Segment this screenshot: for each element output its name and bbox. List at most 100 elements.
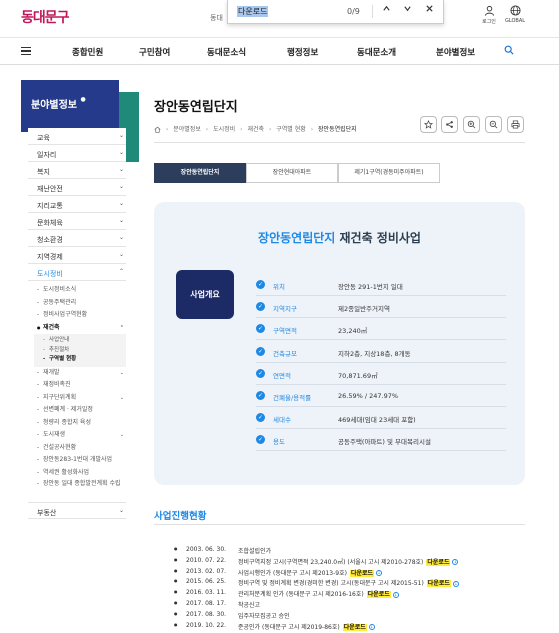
sidebar-item-welfare[interactable]: 복지 ⌄ [28,162,126,179]
info-row: ✓ 위치 장안동 291-1번지 일대 [256,276,506,298]
sidebar-subsub-item-current[interactable]: 구역별 현황 [43,355,126,365]
sidebar-sub-item[interactable]: 재개발 ⌄ [37,367,126,380]
nav-item-about[interactable]: 동대문소개 [357,46,396,58]
download-link[interactable]: 다운로드 [426,580,451,588]
sidebar-sub-label: 재건축 [43,323,60,331]
breadcrumb-item[interactable]: 도시정비 [213,126,235,133]
global-button[interactable]: GLOBAL [500,5,530,24]
home-icon[interactable] [154,126,161,133]
section-divider [154,524,525,525]
sidebar-sub-label: 지구단위계획 [43,393,77,401]
nav-search-button[interactable] [504,45,514,58]
sidebar-menu: 교육 ⌄ 일자리 ⌄ 복지 ⌄ 재난안전 ⌄ 지리교통 ⌄ 문화체육 ⌄ 청소환경 ⌄ 지역경… [28,128,126,519]
info-value: 지하2층, 지상18층, 8개동 [338,350,411,358]
sidebar-item-culture[interactable]: 문화체육 ⌄ [28,213,126,230]
progress-row: 2010. 07. 22. 정비구역지정 고시(구역면적 23,240.0㎡) (… [174,557,519,568]
download-icon[interactable]: ↓ [392,591,399,598]
sidebar-sub-item[interactable]: 지구단위계획 ⌄ [37,392,126,405]
breadcrumb-current: 장안동연립단지 [318,126,357,133]
progress-desc-text: 입주자모집공고 승인 [238,612,290,620]
sidebar-item-economy[interactable]: 지역경제 ⌄ [28,247,126,264]
breadcrumb-item[interactable]: 재건축 [247,126,264,133]
project-tabs: 장안동연립단지 장안현대아파트 제기1구역(경동미주아파트) [154,163,525,183]
find-next-button[interactable] [400,4,414,18]
tab-jegi1[interactable]: 제기1구역(경동미주아파트) [338,163,440,183]
sidebar-sub-item[interactable]: 장안동283-1번대 개발사업 [37,454,126,467]
download-link[interactable]: 다운로드 [426,558,451,566]
login-label: 로그인 [482,19,496,25]
info-value: 제2종일반주거지역 [338,305,390,313]
tab-jangan-yeonrip[interactable]: 장안동연립단지 [154,163,246,183]
sidebar-sub-item[interactable]: 건설공사현황 [37,442,126,455]
main-nav: 종합민원 구민참여 동대문소식 행정정보 동대문소개 분야별정보 [0,38,559,65]
find-close-button[interactable] [422,4,436,18]
download-icon[interactable]: ↓ [368,624,375,631]
info-row: ✓ 지역지구 제2종일반주거지역 [256,298,506,320]
overview-badge: 사업개요 [176,270,234,319]
sidebar-item-label: 일자리 [37,151,57,159]
find-separator [372,5,373,18]
chevron-down-icon: ⌄ [118,183,124,190]
breadcrumb-item[interactable]: 구역별 현황 [276,126,306,133]
chevron-down-icon: ⌄ [118,149,124,156]
progress-desc-text: 사업시행인가 (동대문구 고시 제2013-9호) [238,569,347,577]
project-overview-box: 장안동연립단지 재건축 정비사업 사업개요 ✓ 위치 장안동 291-1번지 일대 … [154,202,525,485]
chevron-down-icon [403,6,411,12]
row-divider [256,339,506,340]
find-prev-button[interactable] [379,4,393,18]
row-divider [256,450,506,451]
find-input[interactable]: 다운로드 [237,6,269,17]
nav-item-participation[interactable]: 구민참여 [139,46,170,58]
sidebar-sub-item[interactable]: 정비사업구역현황 [37,309,126,322]
download-link[interactable]: 다운로드 [342,623,367,631]
info-row: ✓ 구역면적 23,240㎡ [256,320,506,342]
sidebar-item-realestate[interactable]: 부동산 ⌄ [28,502,126,519]
share-icon [446,121,453,128]
sidebar-subsub-item[interactable]: 사업안내 [43,336,126,346]
site-logo[interactable]: 동대문구 [21,7,70,27]
sidebar-sub-item[interactable]: 공동주택관리 [37,297,126,310]
user-icon [484,5,494,16]
download-icon[interactable]: ↓ [452,580,459,587]
sidebar-sub-item[interactable]: 청량리 종합지 육성 [37,417,126,430]
sidebar-item-urban[interactable]: 도시정비 ⌃ [28,264,126,281]
sidebar-sub-item[interactable]: 장안동 일대 종합발전계획 수립 [37,479,126,499]
sidebar-sub-label: 재개발 [43,368,60,376]
sidebar-sub-item[interactable]: 역세권 활성화사업 [37,467,126,480]
nav-item-admin[interactable]: 행정정보 [287,46,318,58]
nav-item-civil[interactable]: 종합민원 [72,46,103,58]
bookmark-button[interactable] [420,116,437,133]
tab-jangan-hyundai[interactable]: 장안현대아파트 [246,163,338,183]
sidebar-item-education[interactable]: 교육 ⌄ [28,128,126,145]
share-button[interactable] [441,116,458,133]
breadcrumb-item[interactable]: 분야별정보 [173,126,201,133]
sidebar-sub-item[interactable]: 선변폐계 · 제거일정 [37,404,126,417]
progress-row: 2016. 03. 11. 관리처분계획 인가 (동대문구 고시 제2016-16… [174,589,519,600]
nav-item-field[interactable]: 분야별정보 [436,46,475,58]
print-button[interactable] [507,116,524,133]
zoom-in-button[interactable] [463,116,480,133]
info-row: ✓ 연면적 70,871.69㎡ [256,365,506,387]
download-icon[interactable]: ↓ [452,559,459,566]
download-link[interactable]: 다운로드 [366,591,391,599]
download-link[interactable]: 다운로드 [349,569,375,577]
progress-desc: 조합설립인가 [238,546,271,555]
sidebar-item-jobs[interactable]: 일자리 ⌄ [28,145,126,162]
sidebar-sub-item[interactable]: 도시재생 ⌄ [37,429,126,442]
sidebar-item-safety[interactable]: 재난안전 ⌄ [28,179,126,196]
sidebar-item-environment[interactable]: 청소환경 ⌄ [28,230,126,247]
sidebar-sub-item[interactable]: 재정비촉진 [37,379,126,392]
download-icon[interactable]: ↓ [376,570,383,577]
progress-row: 2017. 08. 30. 입주자모집공고 승인 [174,611,519,622]
sidebar-item-traffic[interactable]: 지리교통 ⌄ [28,196,126,213]
nav-item-news[interactable]: 동대문소식 [207,46,246,58]
check-icon: ✓ [256,391,265,400]
sidebar-sub-item-current[interactable]: 재건축 ⌃ [37,322,126,335]
sidebar-subsub-item[interactable]: 추진절차 [43,346,126,356]
info-value: 장안동 291-1번지 일대 [338,283,403,291]
check-icon: ✓ [256,435,265,444]
sidebar-title-text: 분야별정보 [31,100,77,111]
menu-icon[interactable] [21,47,31,55]
zoom-out-button[interactable] [485,116,502,133]
sidebar-sub-item[interactable]: 도시정비소식 [37,284,126,297]
